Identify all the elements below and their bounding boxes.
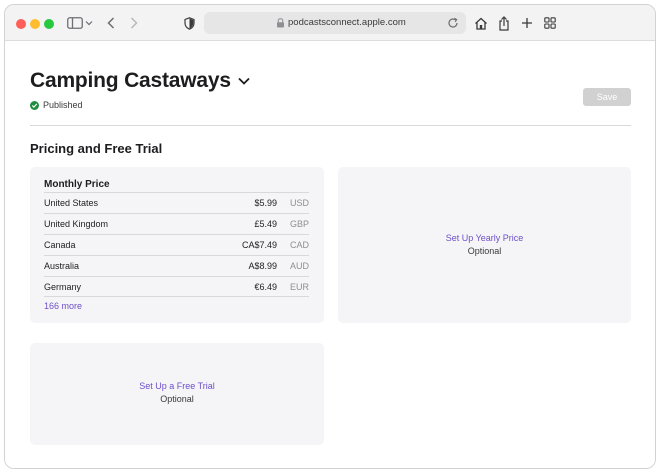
tab-overview-icon[interactable]	[543, 14, 557, 32]
price-amount: $5.99	[254, 198, 277, 208]
table-row: United States $5.99 USD	[44, 192, 309, 213]
price-currency: CAD	[289, 240, 309, 250]
price-currency: USD	[289, 198, 309, 208]
price-amount: £5.49	[254, 219, 277, 229]
price-country: United Kingdom	[44, 219, 109, 229]
optional-label: Optional	[160, 394, 194, 404]
new-tab-icon[interactable]	[520, 14, 534, 32]
yearly-price-card[interactable]: Set Up Yearly Price Optional	[338, 167, 631, 323]
price-currency: GBP	[289, 219, 309, 229]
chevron-down-icon[interactable]	[85, 14, 93, 32]
share-icon[interactable]	[497, 14, 511, 32]
back-icon[interactable]	[105, 14, 117, 32]
status-badge: Published	[43, 100, 83, 110]
close-window-button[interactable]	[16, 19, 26, 29]
table-row: Australia A$8.99 AUD	[44, 255, 309, 276]
price-amount: €6.49	[254, 281, 277, 292]
forward-icon[interactable]	[128, 14, 140, 32]
minimize-window-button[interactable]	[30, 19, 40, 29]
table-row: Canada CA$7.49 CAD	[44, 234, 309, 255]
sidebar-icon[interactable]	[67, 14, 83, 32]
checkmark-icon	[30, 100, 39, 110]
price-table: United States $5.99 USD United Kingdom £…	[44, 192, 309, 297]
reload-icon[interactable]	[446, 16, 460, 30]
browser-window: podcastsconnect.apple.com Camping Castaw…	[4, 4, 656, 469]
free-trial-card[interactable]: Set Up a Free Trial Optional	[30, 343, 324, 445]
more-countries-link[interactable]: 166 more	[44, 301, 82, 311]
price-amount: A$8.99	[248, 261, 277, 271]
status-row: Published	[30, 100, 83, 110]
price-country: Australia	[44, 261, 80, 271]
table-row: United Kingdom £5.49 GBP	[44, 213, 309, 234]
page-content: Camping Castaways Published Save Pricing…	[5, 41, 655, 468]
lock-icon	[277, 18, 284, 28]
setup-yearly-price-link[interactable]: Set Up Yearly Price	[338, 233, 631, 243]
chevron-down-icon[interactable]	[237, 74, 251, 88]
free-trial-content: Set Up a Free Trial Optional	[30, 381, 324, 404]
page-title[interactable]: Camping Castaways	[30, 69, 231, 93]
price-amount: CA$7.49	[241, 240, 277, 250]
section-title: Pricing and Free Trial	[30, 141, 163, 156]
monthly-price-card: Monthly Price United States $5.99 USD Un…	[30, 167, 324, 323]
shield-icon[interactable]	[182, 14, 196, 32]
monthly-price-heading: Monthly Price	[44, 179, 110, 190]
setup-free-trial-link[interactable]: Set Up a Free Trial	[30, 381, 324, 391]
save-button[interactable]: Save	[583, 88, 631, 106]
price-country: Germany	[44, 281, 82, 292]
optional-label: Optional	[467, 246, 502, 256]
yearly-price-content: Set Up Yearly Price Optional	[338, 233, 631, 256]
price-currency: EUR	[289, 281, 309, 292]
url-text: podcastsconnect.apple.com	[288, 17, 406, 28]
home-icon[interactable]	[474, 14, 488, 32]
address-bar[interactable]: podcastsconnect.apple.com	[204, 12, 466, 34]
price-country: United States	[44, 198, 99, 208]
zoom-window-button[interactable]	[44, 19, 54, 29]
title-row[interactable]: Camping Castaways	[30, 69, 251, 93]
price-currency: AUD	[289, 261, 309, 271]
browser-toolbar: podcastsconnect.apple.com	[5, 5, 655, 41]
divider	[30, 125, 631, 126]
table-row: Germany €6.49 EUR	[44, 276, 309, 297]
price-country: Canada	[44, 240, 76, 250]
